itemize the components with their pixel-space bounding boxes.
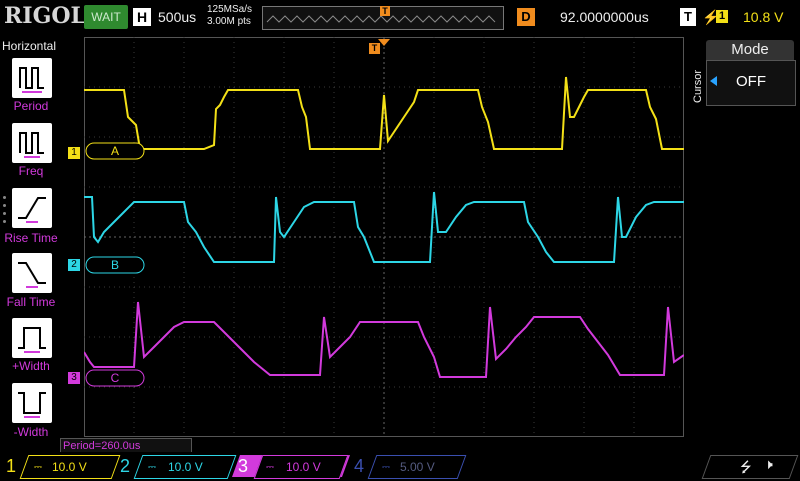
trace-b-label: B: [111, 258, 119, 272]
dc-coupling-icon: ⎓: [382, 462, 390, 473]
ch1-offset-marker[interactable]: 1: [68, 147, 80, 159]
speaker-icon[interactable]: 🕨: [764, 456, 773, 473]
period-icon: [19, 67, 44, 93]
fall-time-measure-button[interactable]: [12, 253, 52, 293]
scroll-dot: [3, 212, 6, 215]
memory-depth: 3.00M pts: [207, 16, 251, 27]
cursor-mode-title: Mode: [706, 40, 794, 60]
trigger-position-marker: T: [380, 6, 390, 16]
negative-width-label: -Width: [13, 425, 49, 439]
scroll-dot: [3, 204, 6, 207]
frequency-icon: [19, 132, 44, 158]
selector-arrow-icon: [710, 76, 717, 86]
ch4-number[interactable]: 4: [354, 456, 364, 477]
rise-time-measure-button[interactable]: [12, 188, 52, 228]
delay-value[interactable]: 92.0000000us: [560, 9, 649, 25]
waveform-svg: A B C: [70, 37, 685, 437]
ch1-number[interactable]: 1: [6, 456, 16, 477]
positive-width-measure-button[interactable]: [12, 318, 52, 358]
freq-measure-button[interactable]: [12, 123, 52, 163]
rise-time-label: Rise Time: [4, 231, 58, 245]
timebase-label: H: [133, 8, 151, 26]
trigger-source: 1: [716, 10, 728, 23]
trigger-label: T: [680, 8, 696, 26]
ch2-offset-marker[interactable]: 2: [68, 259, 80, 271]
period-label: Period: [13, 99, 49, 113]
positive-width-label: +Width: [12, 359, 50, 373]
ch3-offset-marker[interactable]: 3: [68, 372, 80, 384]
ch4-scale: 5.00 V: [400, 460, 435, 474]
sample-rate: 125MSa/s: [207, 4, 253, 15]
dc-coupling-icon: ⎓: [148, 462, 156, 473]
brand-logo: RIGOL: [4, 3, 86, 29]
trace-a-label: A: [111, 144, 119, 158]
usb-icon: ⭍: [740, 459, 752, 475]
freq-label: Freq: [18, 164, 44, 178]
cursor-side-label: Cursor: [692, 70, 704, 103]
trigger-offset-marker[interactable]: T: [369, 43, 380, 54]
ch2-scale: 10.0 V: [168, 460, 203, 474]
ch3-number[interactable]: 3: [238, 456, 248, 477]
positive-width-icon: [18, 327, 46, 353]
measure-panel-title: Horizontal: [2, 39, 57, 53]
waveform-display[interactable]: A B C: [70, 37, 685, 437]
trigger-level[interactable]: 10.8 V: [743, 9, 783, 25]
scroll-dot: [3, 196, 6, 199]
trace-c-label: C: [111, 371, 120, 385]
fall-time-icon: [18, 262, 46, 288]
cursor-menu-label: Cursor: [689, 55, 705, 105]
timebase-value[interactable]: 500us: [158, 9, 196, 25]
run-status-badge[interactable]: WAIT: [84, 5, 128, 29]
ch1-scale: 10.0 V: [52, 460, 87, 474]
cursor-mode-value: OFF: [736, 73, 766, 90]
ch2-number[interactable]: 2: [120, 456, 130, 477]
delay-label: D: [517, 8, 535, 26]
negative-width-icon: [18, 392, 46, 418]
scroll-dot: [3, 220, 6, 223]
negative-width-measure-button[interactable]: [12, 383, 52, 423]
ch3-scale: 10.0 V: [286, 460, 321, 474]
dc-coupling-icon: ⎓: [266, 462, 274, 473]
rise-time-icon: [18, 197, 46, 223]
dc-coupling-icon: ⎓: [34, 462, 42, 473]
fall-time-label: Fall Time: [6, 295, 56, 309]
period-measure-button[interactable]: [12, 58, 52, 98]
